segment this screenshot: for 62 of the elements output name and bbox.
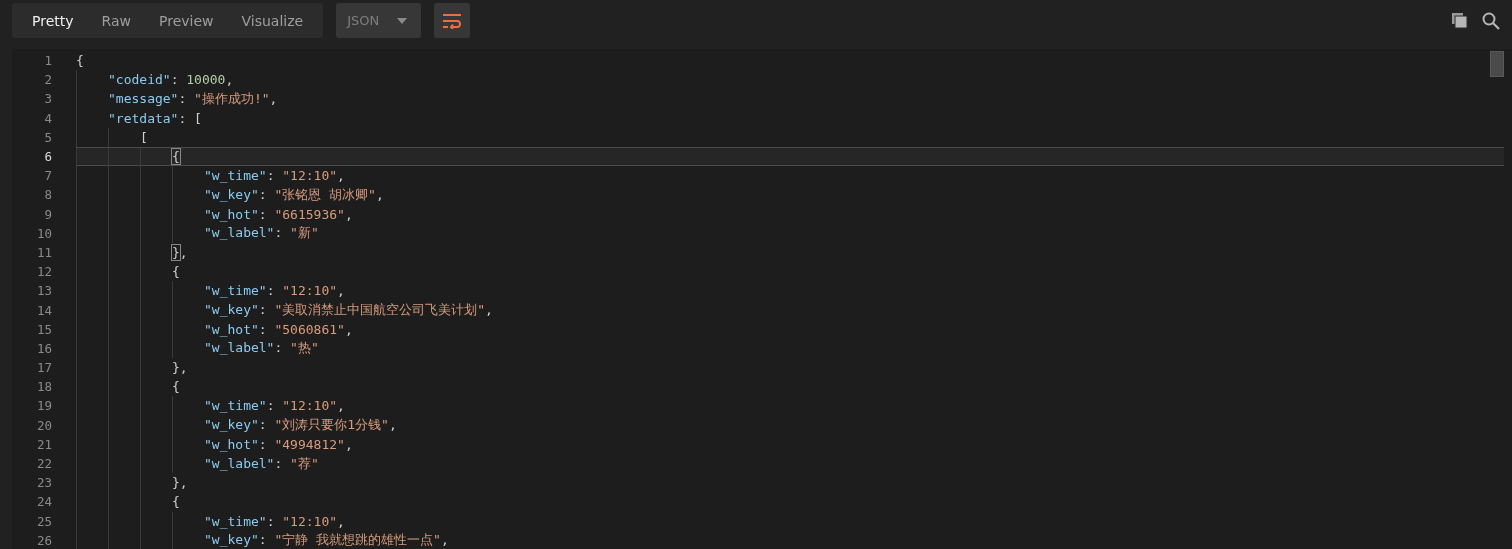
code-line: "codeid": 10000,: [108, 72, 234, 88]
line-number: 17: [35, 360, 52, 376]
code-line: {: [172, 379, 180, 395]
code-line: "w_time": "12:10",: [204, 168, 345, 184]
code-line: "w_key": "刘涛只要你1分钱",: [204, 416, 397, 435]
code-line: {: [172, 494, 180, 510]
code-line: {: [76, 53, 84, 69]
line-number: 12: [35, 264, 52, 280]
code-line: "w_key": "宁静 我就想跳的雄性一点",: [204, 531, 449, 549]
code-line: },: [172, 475, 188, 491]
line-number: 22: [35, 456, 52, 472]
line-number: 11: [35, 244, 52, 260]
code-line: "w_hot": "4994812",: [204, 436, 353, 452]
line-number: 2: [43, 72, 52, 88]
code-line: },: [172, 244, 188, 260]
view-tab[interactable]: Pretty: [18, 3, 88, 38]
line-number: 13: [35, 283, 52, 299]
wrap-icon: [442, 12, 463, 29]
line-number: 15: [35, 321, 52, 337]
format-dropdown[interactable]: JSON: [336, 3, 422, 38]
search-icon[interactable]: [1482, 11, 1500, 30]
view-tab[interactable]: Raw: [87, 3, 145, 38]
code-line: {: [172, 264, 180, 280]
code-line: "w_hot": "5060861",: [204, 321, 353, 337]
line-number: 21: [35, 436, 52, 452]
line-number: 1: [43, 53, 52, 69]
line-number: 23: [35, 475, 52, 491]
code-line: "w_label": "荐": [204, 454, 319, 473]
line-number: 16: [35, 340, 52, 356]
code-line: },: [172, 360, 188, 376]
line-number: 24: [35, 494, 52, 510]
code-line: "w_time": "12:10",: [204, 283, 345, 299]
line-number: 9: [43, 206, 52, 222]
code-line: "message": "操作成功!",: [108, 89, 278, 108]
code-line: [: [140, 129, 148, 145]
wrap-lines-button[interactable]: [434, 3, 471, 38]
code-line: "w_time": "12:10",: [204, 513, 345, 529]
line-number: 6: [43, 149, 52, 165]
line-number: 19: [35, 398, 52, 414]
code-line: {: [172, 149, 180, 165]
code-line: "w_hot": "6615936",: [204, 206, 353, 222]
line-number: 20: [35, 417, 52, 433]
line-number: 3: [43, 91, 52, 107]
line-number: 25: [35, 513, 52, 529]
code-line: "w_label": "热": [204, 339, 319, 358]
copy-icon[interactable]: [1451, 11, 1469, 30]
view-tab[interactable]: Visualize: [227, 3, 318, 38]
code-line: "w_time": "12:10",: [204, 398, 345, 414]
line-number: 4: [43, 110, 52, 126]
line-number: 8: [43, 187, 52, 203]
line-number: 7: [43, 168, 52, 184]
code-line: "w_key": "美取消禁止中国航空公司飞美计划",: [204, 301, 493, 320]
code-line: "retdata": [: [108, 110, 202, 126]
code-line: "w_key": "张铭恩 胡冰卿",: [204, 185, 384, 204]
view-tab[interactable]: Preview: [145, 3, 228, 38]
code-line: "w_label": "新": [204, 224, 319, 243]
line-number: 18: [35, 379, 52, 395]
line-number: 10: [35, 225, 52, 241]
caret-icon: [397, 17, 408, 24]
line-number: 26: [35, 532, 52, 548]
line-number: 14: [35, 302, 52, 318]
line-number: 5: [43, 129, 52, 145]
